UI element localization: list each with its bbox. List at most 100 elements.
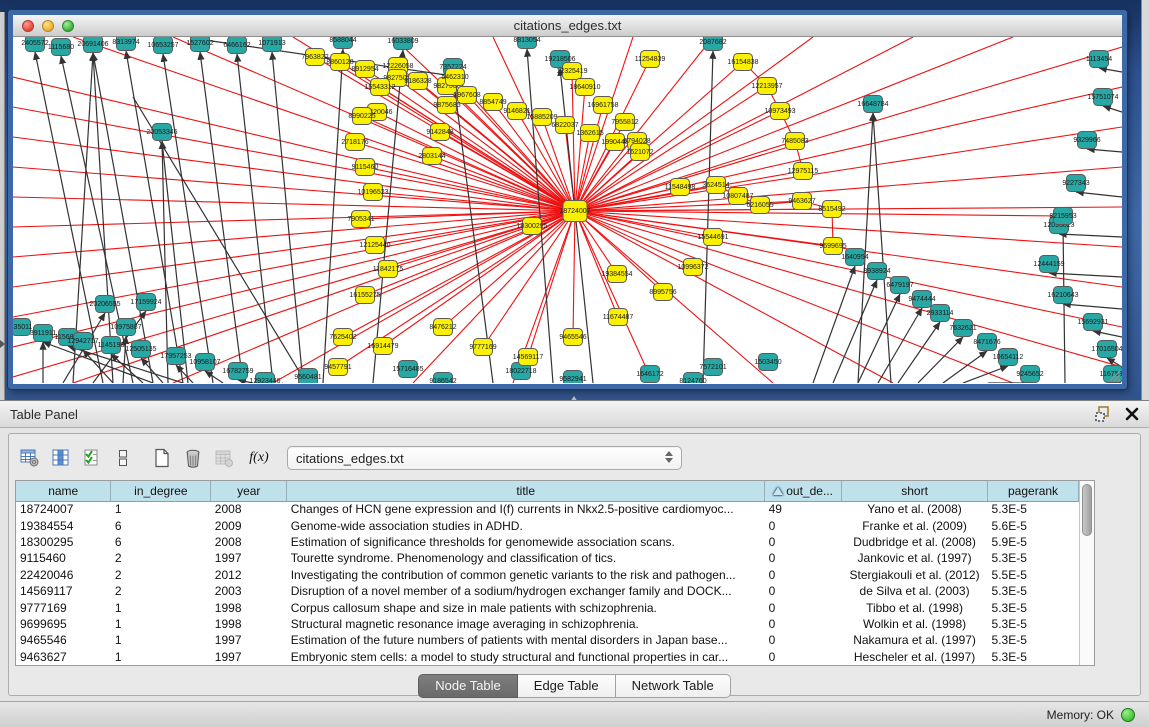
- table-cell[interactable]: Structural magnetic resonance image aver…: [287, 616, 765, 632]
- table-scrollbar[interactable]: [1079, 481, 1094, 665]
- table-cell[interactable]: 49: [765, 501, 842, 517]
- window-titlebar[interactable]: citations_edges.txt: [13, 15, 1122, 37]
- minimize-window-button[interactable]: [42, 20, 54, 32]
- new-table-button[interactable]: [149, 445, 175, 471]
- table-cell[interactable]: 19384554: [16, 517, 111, 533]
- table-cell[interactable]: 1: [111, 599, 211, 615]
- column-header-year[interactable]: year: [211, 481, 287, 501]
- tab-node-table[interactable]: Node Table: [418, 674, 518, 698]
- table-cell[interactable]: 22420046: [16, 567, 111, 583]
- table-cell[interactable]: Corpus callosum shape and size in male p…: [287, 599, 765, 615]
- table-cell[interactable]: Changes of HCN gene expression and I(f) …: [287, 501, 765, 517]
- scrollbar-thumb[interactable]: [1082, 484, 1092, 536]
- column-header-pagerank[interactable]: pagerank: [988, 481, 1079, 501]
- table-cell[interactable]: 0: [765, 534, 842, 550]
- table-cell[interactable]: 2008: [211, 534, 287, 550]
- table-cell[interactable]: Wolkin et al. (1998): [842, 616, 988, 632]
- table-cell[interactable]: Estimation of significance thresholds fo…: [287, 534, 765, 550]
- table-selector-dropdown[interactable]: citations_edges.txt: [287, 446, 682, 470]
- table-cell[interactable]: 2: [111, 583, 211, 599]
- table-cell[interactable]: 9699695: [16, 616, 111, 632]
- attribute-table[interactable]: namein_degreeyeartitleout_de...shortpage…: [16, 481, 1079, 665]
- table-cell[interactable]: 1997: [211, 632, 287, 648]
- function-builder-button[interactable]: f(x): [246, 445, 272, 471]
- table-cell[interactable]: Nakamura et al. (1997): [842, 632, 988, 648]
- table-cell[interactable]: 9115460: [16, 550, 111, 566]
- column-header-name[interactable]: name: [16, 481, 111, 501]
- table-cell[interactable]: Jankovic et al. (1997): [842, 550, 988, 566]
- close-window-button[interactable]: [22, 20, 34, 32]
- table-cell[interactable]: 1: [111, 632, 211, 648]
- tab-edge-table[interactable]: Edge Table: [518, 674, 616, 698]
- table-cell[interactable]: 5.5E-5: [988, 567, 1079, 583]
- delete-table-button[interactable]: [180, 445, 206, 471]
- table-cell[interactable]: 5.3E-5: [988, 599, 1079, 615]
- table-cell[interactable]: 5.3E-5: [988, 616, 1079, 632]
- table-cell[interactable]: Embryonic stem cells: a model to study s…: [287, 649, 765, 665]
- table-cell[interactable]: 5.3E-5: [988, 649, 1079, 665]
- column-header-short[interactable]: short: [842, 481, 988, 501]
- table-cell[interactable]: 1: [111, 501, 211, 517]
- table-row[interactable]: 1456911722003Disruption of a novel membe…: [16, 583, 1079, 599]
- table-cell[interactable]: Franke et al. (2009): [842, 517, 988, 533]
- column-header-in_degree[interactable]: in_degree: [111, 481, 211, 501]
- column-header-title[interactable]: title: [287, 481, 765, 501]
- table-cell[interactable]: 0: [765, 649, 842, 665]
- table-cell[interactable]: Estimation of the future numbers of pati…: [287, 632, 765, 648]
- citation-network-graph[interactable]: 2405572111568020691406831397410653257152…: [13, 37, 1122, 383]
- table-cell[interactable]: 0: [765, 567, 842, 583]
- table-cell[interactable]: Tibbo et al. (1998): [842, 599, 988, 615]
- close-panel-icon[interactable]: [1125, 407, 1139, 421]
- table-row[interactable]: 911546021997Tourette syndrome. Phenomeno…: [16, 550, 1079, 566]
- import-table-button[interactable]: [211, 445, 237, 471]
- table-cell[interactable]: 6: [111, 534, 211, 550]
- table-row[interactable]: 2242004622012Investigating the contribut…: [16, 567, 1079, 583]
- table-cell[interactable]: 0: [765, 632, 842, 648]
- tab-network-table[interactable]: Network Table: [616, 674, 731, 698]
- table-cell[interactable]: 18724007: [16, 501, 111, 517]
- table-cell[interactable]: 0: [765, 599, 842, 615]
- show-columns-button[interactable]: [48, 445, 74, 471]
- zoom-window-button[interactable]: [62, 20, 74, 32]
- table-cell[interactable]: 0: [765, 550, 842, 566]
- table-cell[interactable]: Genome-wide association studies in ADHD.: [287, 517, 765, 533]
- table-cell[interactable]: 2: [111, 567, 211, 583]
- table-cell[interactable]: 5.3E-5: [988, 583, 1079, 599]
- table-row[interactable]: 946554611997Estimation of the future num…: [16, 632, 1079, 648]
- table-cell[interactable]: 0: [765, 616, 842, 632]
- table-cell[interactable]: 2003: [211, 583, 287, 599]
- table-cell[interactable]: Hescheler et al. (1997): [842, 649, 988, 665]
- table-cell[interactable]: 1998: [211, 599, 287, 615]
- table-cell[interactable]: de Silva et al. (2003): [842, 583, 988, 599]
- table-cell[interactable]: Disruption of a novel member of a sodium…: [287, 583, 765, 599]
- table-cell[interactable]: Investigating the contribution of common…: [287, 567, 765, 583]
- table-cell[interactable]: 14569117: [16, 583, 111, 599]
- table-cell[interactable]: Yano et al. (2008): [842, 501, 988, 517]
- table-cell[interactable]: 2012: [211, 567, 287, 583]
- table-cell[interactable]: 1: [111, 616, 211, 632]
- table-cell[interactable]: 1998: [211, 616, 287, 632]
- table-settings-button[interactable]: [17, 445, 43, 471]
- table-row[interactable]: 977716911998Corpus callosum shape and si…: [16, 599, 1079, 615]
- table-cell[interactable]: 6: [111, 517, 211, 533]
- row-height-button[interactable]: [110, 445, 136, 471]
- table-cell[interactable]: 5.3E-5: [988, 501, 1079, 517]
- table-cell[interactable]: Dudbridge et al. (2008): [842, 534, 988, 550]
- table-cell[interactable]: 5.3E-5: [988, 632, 1079, 648]
- table-row[interactable]: 1938455462009Genome-wide association stu…: [16, 517, 1079, 533]
- table-cell[interactable]: 9777169: [16, 599, 111, 615]
- table-cell[interactable]: 2: [111, 550, 211, 566]
- table-cell[interactable]: 1997: [211, 550, 287, 566]
- resize-grip[interactable]: [1107, 368, 1121, 382]
- table-cell[interactable]: 1: [111, 649, 211, 665]
- table-cell[interactable]: 1997: [211, 649, 287, 665]
- table-row[interactable]: 1830029562008Estimation of significance …: [16, 534, 1079, 550]
- table-row[interactable]: 946362711997Embryonic stem cells: a mode…: [16, 649, 1079, 665]
- network-canvas[interactable]: 2405572111568020691406831397410653257152…: [13, 37, 1122, 383]
- network-view-window[interactable]: citations_edges.txt 24055721115680206914…: [8, 10, 1127, 389]
- table-cell[interactable]: 18300295: [16, 534, 111, 550]
- select-columns-button[interactable]: [79, 445, 105, 471]
- panel-collapse-arrow-icon[interactable]: [0, 340, 5, 348]
- table-cell[interactable]: 9463627: [16, 649, 111, 665]
- table-cell[interactable]: Stergiakouli et al. (2012): [842, 567, 988, 583]
